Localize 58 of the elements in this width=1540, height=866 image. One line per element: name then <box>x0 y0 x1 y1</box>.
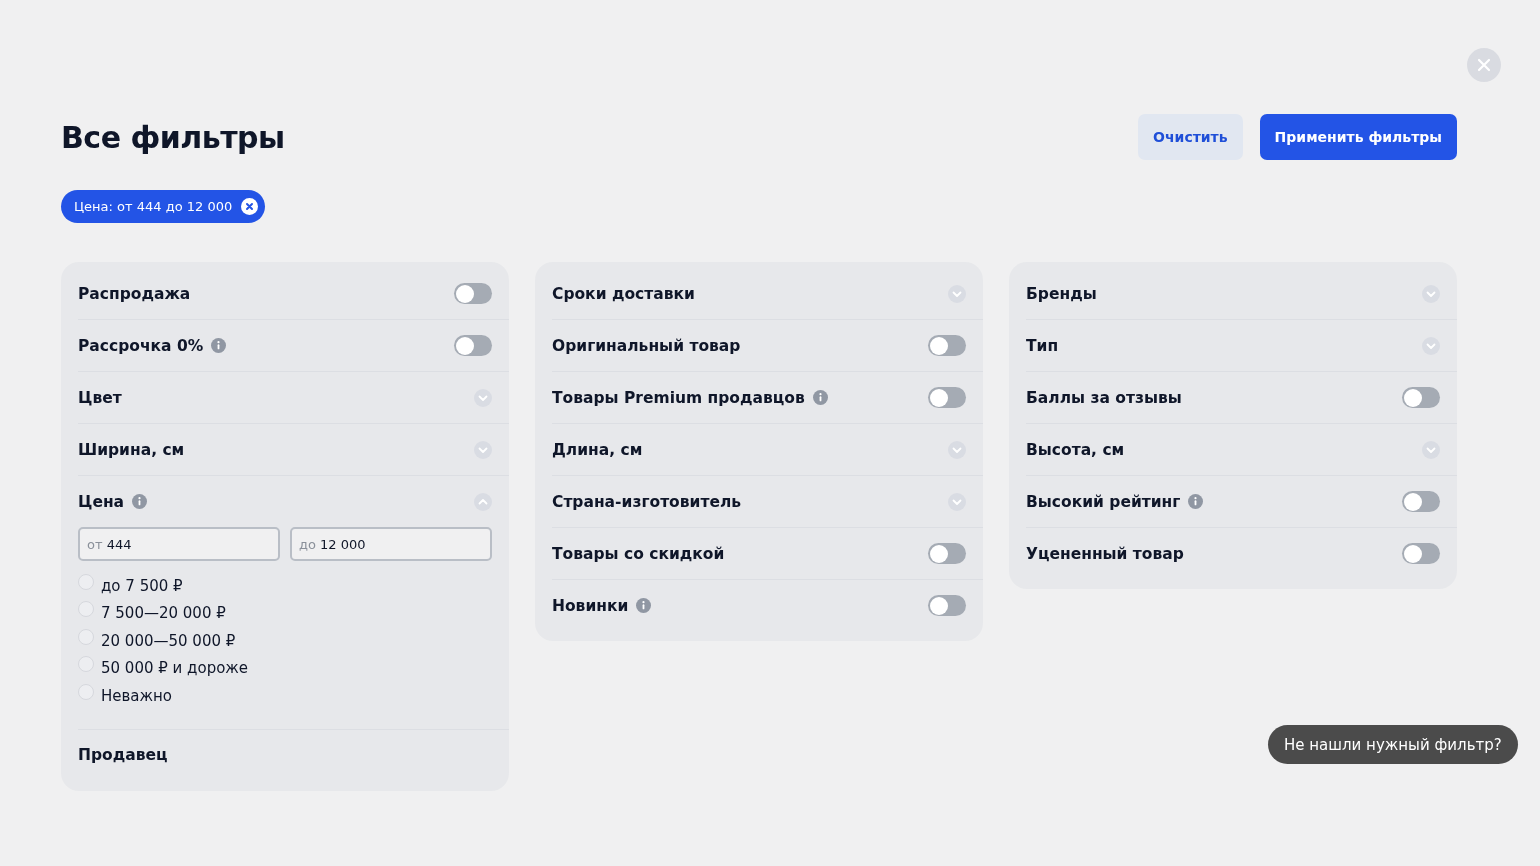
toggle-switch[interactable] <box>454 283 492 304</box>
option-label: до 7 500 ₽ <box>101 576 183 595</box>
chip-label: Цена: от 444 до 12 000 <box>74 199 233 214</box>
filter-label: Бренды <box>1026 284 1097 303</box>
chevron-up-icon[interactable] <box>474 492 492 511</box>
filter-label: Страна-изготовитель <box>552 492 742 511</box>
chevron-down-icon[interactable] <box>474 388 492 407</box>
chevron-down-icon[interactable] <box>948 440 966 459</box>
info-icon[interactable] <box>636 598 652 613</box>
toggle-switch[interactable] <box>928 595 966 616</box>
option-label: 7 500—20 000 ₽ <box>101 604 226 623</box>
apply-button[interactable]: Применить фильтры <box>1259 114 1457 160</box>
filter-label: Товары со скидкой <box>552 544 725 563</box>
filter-label: Рассрочка 0% <box>78 336 204 355</box>
toggle-switch[interactable] <box>1402 491 1440 512</box>
close-icon <box>1477 58 1491 72</box>
toggle-switch[interactable] <box>928 543 966 564</box>
filter-label: Уцененный товар <box>1026 544 1184 563</box>
toggle-switch[interactable] <box>454 335 492 356</box>
toggle-switch[interactable] <box>1402 543 1440 564</box>
filter-label: Высота, см <box>1026 440 1125 459</box>
info-icon[interactable] <box>211 338 227 353</box>
chevron-down-icon[interactable] <box>948 492 966 511</box>
filter-chip[interactable]: Цена: от 444 до 12 000 <box>61 190 266 223</box>
close-button[interactable] <box>1467 48 1501 82</box>
price-field[interactable]: от 444 <box>78 527 280 561</box>
filter-label: Продавец <box>78 746 168 764</box>
option-label: 20 000—50 000 ₽ <box>101 631 236 650</box>
chevron-down-icon[interactable] <box>1422 440 1440 459</box>
price-field[interactable]: до 12 000 <box>290 527 492 561</box>
filter-label: Тип <box>1026 336 1059 355</box>
chevron-down-icon[interactable] <box>1422 336 1440 355</box>
filter-label: Длина, см <box>552 440 643 459</box>
filter-label: Товары Premium продавцов <box>552 388 805 407</box>
option-label: 50 000 ₽ и дороже <box>101 659 249 678</box>
filter-label: Высокий рейтинг <box>1026 492 1181 511</box>
filter-label: Цвет <box>78 388 122 407</box>
filter-label: Баллы за отзывы <box>1026 388 1182 407</box>
toggle-switch[interactable] <box>1402 387 1440 408</box>
filter-label: Распродажа <box>78 284 191 303</box>
chevron-down-icon[interactable] <box>474 440 492 459</box>
filter-label: Цена <box>78 492 125 511</box>
chevron-down-icon[interactable] <box>948 284 966 303</box>
info-icon[interactable] <box>132 494 148 509</box>
page-title: Все фильтры <box>61 119 285 155</box>
option-label: Неважно <box>101 686 173 705</box>
info-icon[interactable] <box>1188 494 1204 509</box>
clear-button[interactable]: Очистить <box>1138 114 1243 160</box>
help-tooltip[interactable]: Не нашли нужный фильтр? <box>1268 725 1518 764</box>
filter-label: Новинки <box>552 596 629 615</box>
remove-icon[interactable] <box>241 198 259 215</box>
toggle-switch[interactable] <box>928 387 966 408</box>
filter-label: Оригинальный товар <box>552 336 741 355</box>
filter-label: Сроки доставки <box>552 284 695 303</box>
filter-label: Ширина, см <box>78 440 185 459</box>
toggle-switch[interactable] <box>928 335 966 356</box>
chevron-down-icon[interactable] <box>1422 284 1440 303</box>
info-icon[interactable] <box>812 390 828 405</box>
